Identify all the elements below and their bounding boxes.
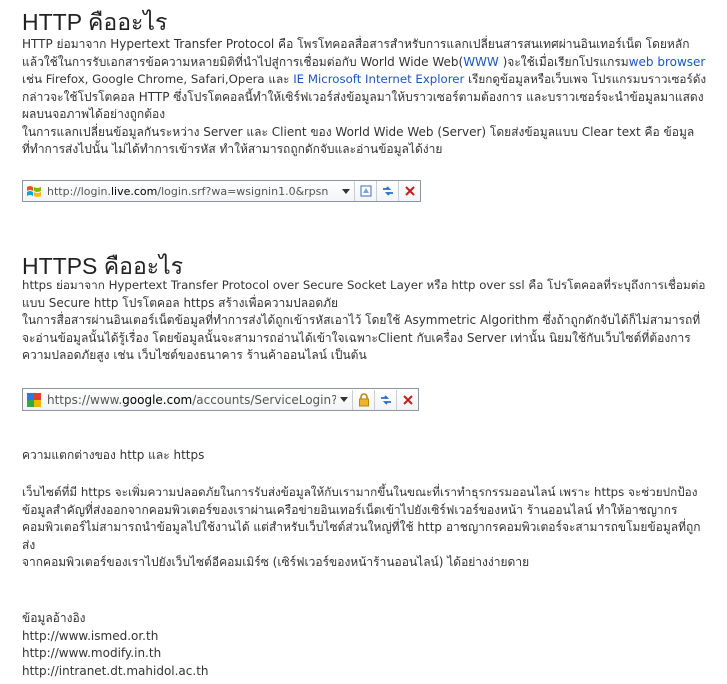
https-description: https ย่อมาจาก Hypertext Transfer Protoc…: [22, 277, 708, 365]
difference-description: เว็บไซต์ที่มี https จะเพิ่มความปลอดภัยใน…: [22, 484, 708, 572]
compatibility-view-icon[interactable]: [354, 181, 376, 201]
stop-close-icon-2[interactable]: [396, 389, 418, 410]
references: ข้อมูลอ้างอิง http://www.ismed.or.th htt…: [22, 610, 708, 680]
reference-link-3[interactable]: http://intranet.dt.mahidol.ac.th: [22, 663, 708, 681]
address-url-2[interactable]: https://www.google.com/accounts/ServiceL…: [45, 393, 336, 407]
www-link[interactable]: WWW: [463, 55, 499, 69]
diff-line-3: คอมพิวเตอร์ไม่สามารถนำข้อมูลไปใช้งานได้ …: [22, 520, 701, 534]
dropdown-arrow-icon-2[interactable]: [336, 390, 352, 410]
https-line-1: https ย่อมาจาก Hypertext Transfer Protoc…: [22, 278, 706, 292]
diff-line-1: เว็บไซต์ที่มี https จะเพิ่มความปลอดภัยใน…: [22, 485, 698, 499]
https-line-2: แบบ Secure http โปรโตคอล https สร้างเพื่…: [22, 295, 339, 310]
difference-heading: ความแตกต่างของ http และ https: [22, 448, 205, 462]
dropdown-arrow-icon[interactable]: [338, 181, 354, 201]
address-bar-live: http://login.live.com/login.srf?wa=wsign…: [22, 180, 421, 202]
address-bar-google: https://www.google.com/accounts/ServiceL…: [22, 388, 419, 411]
http-line-2: แล้วใช้ในการรับเอกสารข้อความหลายมิติที่น…: [22, 54, 706, 69]
http-line-7: ที่ทำการส่งไปนั้น ไม่ได้ทำการเข้ารหัส ทำ…: [22, 142, 443, 156]
http-description: HTTP ย่อมาจาก Hypertext Transfer Protoco…: [22, 36, 708, 159]
http-title: HTTP คืออะไร: [22, 9, 168, 35]
refresh-icon[interactable]: [376, 181, 398, 201]
https-title: HTTPS คืออะไร: [22, 253, 184, 279]
references-heading: ข้อมูลอ้างอิง: [22, 611, 86, 625]
diff-line-4: ส่ง: [22, 537, 36, 552]
http-line-6: ในการแลกเปลี่ยนข้อมูลกันระหว่าง Server แ…: [22, 124, 695, 139]
google-icon: [23, 390, 45, 410]
stop-close-icon[interactable]: [398, 181, 420, 201]
https-line-3: ในการสื่อสารผ่านอินเตอร์เน็ตข้อมูลที่ทำก…: [22, 313, 701, 327]
ie-link[interactable]: IE Microsoft Internet Explorer: [293, 72, 464, 86]
http-line-3: เช่น Firefox, Google Chrome, Safari,Oper…: [22, 72, 707, 86]
http-line-4: กล่าวจะใช้โปรโตคอล HTTP ซึ่งโปรโตคอลนี้ท…: [22, 89, 704, 104]
lock-icon[interactable]: [352, 389, 374, 410]
windows-flag-icon: [23, 181, 45, 201]
diff-line-5: จากคอมพิวเตอร์ของเราไปยังเว็บไซต์อีคอมเม…: [22, 555, 530, 569]
reference-link-1[interactable]: http://www.ismed.or.th: [22, 628, 708, 646]
refresh-icon-2[interactable]: [374, 389, 396, 410]
reference-link-2[interactable]: http://www.modify.in.th: [22, 645, 708, 663]
http-line-5: ผลบนจอภาพได้อย่างถูกต้อง: [22, 107, 166, 121]
https-line-5: ความปลอดภัยสูง เช่น เว็บไซต์ของธนาคาร ร้…: [22, 348, 367, 362]
web-browser-link[interactable]: web browser: [629, 55, 706, 69]
address-url-1[interactable]: http://login.live.com/login.srf?wa=wsign…: [45, 185, 338, 198]
http-line-1: HTTP ย่อมาจาก Hypertext Transfer Protoco…: [22, 37, 690, 51]
https-line-4: จะอ่านข้อมูลนั้นได้รู้เรื่อง โดยข้อมูลนั…: [22, 330, 691, 345]
diff-line-2: ข้อมูลสำคัญที่ส่งออกจากคอมพิวเตอร์ของเรา…: [22, 502, 678, 517]
